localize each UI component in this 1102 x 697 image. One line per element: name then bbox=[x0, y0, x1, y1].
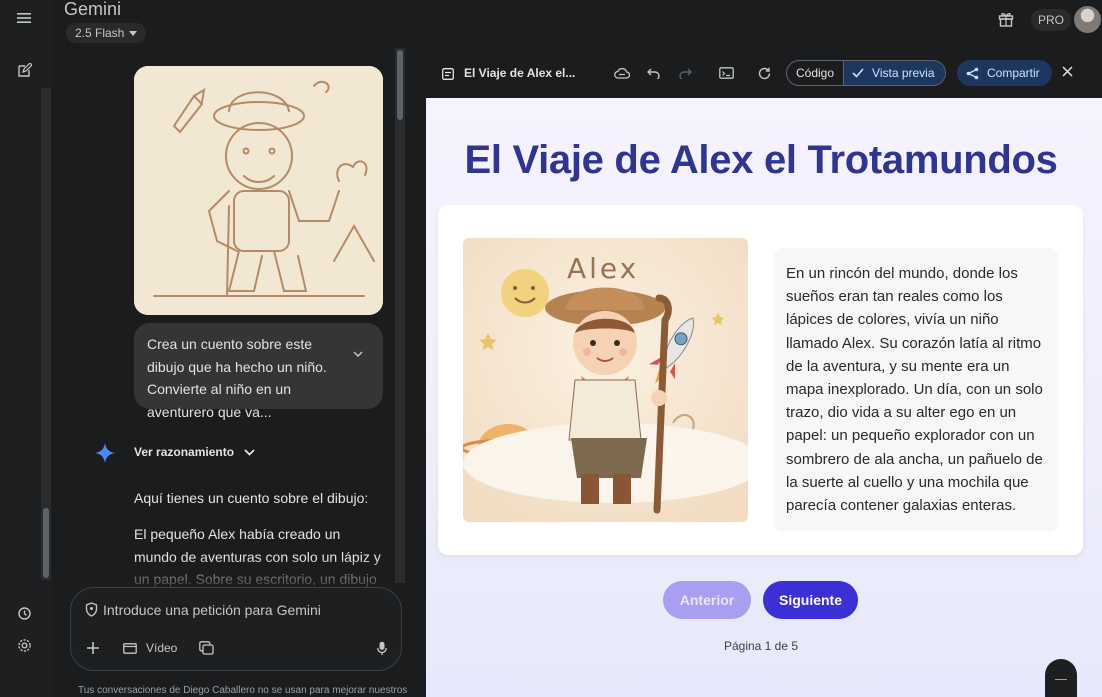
console-icon[interactable] bbox=[717, 64, 735, 82]
chevron-down-icon bbox=[244, 448, 255, 456]
undo-icon[interactable] bbox=[644, 64, 662, 82]
story-illustration: Alex bbox=[463, 238, 748, 522]
response-fade-overlay bbox=[130, 560, 390, 590]
illustration-name-label: Alex bbox=[567, 252, 639, 285]
tab-code[interactable]: Código bbox=[787, 61, 843, 85]
close-icon[interactable] bbox=[1062, 64, 1073, 82]
expand-chevron-icon[interactable] bbox=[353, 341, 363, 364]
privacy-footnote: Tus conversaciones de Diego Caballero no… bbox=[78, 685, 408, 696]
page-indicator: Página 1 de 5 bbox=[723, 639, 799, 653]
menu-icon[interactable] bbox=[14, 8, 34, 28]
previous-page-button[interactable]: Anterior bbox=[663, 581, 751, 619]
drag-handle[interactable] bbox=[1055, 679, 1067, 680]
shield-icon bbox=[85, 602, 98, 622]
check-icon bbox=[852, 68, 864, 78]
canvas-toolbar: El Viaje de Alex el... Código Vista prev… bbox=[426, 48, 1102, 98]
share-label: Compartir bbox=[987, 66, 1040, 80]
tab-preview[interactable]: Vista previa bbox=[843, 61, 945, 85]
avatar[interactable] bbox=[1074, 6, 1101, 33]
view-toggle: Código Vista previa bbox=[786, 60, 946, 86]
prompt-input[interactable]: Introduce una petición para Gemini bbox=[103, 602, 321, 618]
history-icon[interactable] bbox=[14, 603, 34, 623]
model-selector[interactable]: 2.5 Flash bbox=[66, 23, 147, 43]
rail-scrollbar[interactable] bbox=[41, 88, 51, 580]
chat-scrollbar[interactable] bbox=[395, 48, 405, 583]
tab-preview-label: Vista previa bbox=[872, 66, 935, 80]
gemini-spark-icon bbox=[95, 443, 115, 463]
video-tool-button[interactable]: Vídeo bbox=[123, 641, 177, 655]
video-label: Vídeo bbox=[146, 641, 178, 655]
show-reasoning-toggle[interactable]: Ver razonamiento bbox=[134, 445, 255, 459]
floating-tools-menu[interactable] bbox=[1045, 659, 1077, 697]
share-button[interactable]: Compartir bbox=[957, 60, 1052, 86]
settings-icon[interactable] bbox=[14, 635, 34, 655]
document-icon bbox=[442, 67, 454, 85]
user-message-text: Crea un cuento sobre este dibujo que ha … bbox=[147, 336, 327, 420]
story-text: En un rincón del mundo, donde los sueños… bbox=[786, 265, 1043, 515]
add-icon[interactable] bbox=[86, 641, 100, 660]
pro-badge[interactable]: PRO bbox=[1031, 9, 1072, 31]
document-title[interactable]: El Viaje de Alex el... bbox=[464, 66, 575, 80]
app-title: Gemini bbox=[64, 0, 122, 19]
app-root: Gemini 2.5 Flash PRO Crea un cuento sobr… bbox=[0, 0, 1102, 697]
canvas-tool-icon[interactable] bbox=[199, 641, 214, 660]
left-rail bbox=[0, 0, 52, 697]
user-uploaded-drawing[interactable] bbox=[134, 66, 383, 315]
video-icon bbox=[123, 642, 137, 654]
microphone-icon[interactable] bbox=[377, 641, 387, 661]
share-icon bbox=[966, 67, 979, 79]
preview-stage: El Viaje de Alex el Trotamundos Alex En … bbox=[426, 98, 1102, 697]
new-chat-icon[interactable] bbox=[14, 60, 34, 80]
canvas-panel: El Viaje de Alex el... Código Vista prev… bbox=[426, 48, 1102, 697]
story-text-box: En un rincón del mundo, donde los sueños… bbox=[774, 248, 1058, 531]
model-label: 2.5 Flash bbox=[75, 26, 125, 40]
story-card: Alex En un rincón del mundo, donde los s… bbox=[438, 205, 1083, 555]
response-intro: Aquí tienes un cuento sobre el dibujo: bbox=[134, 490, 369, 506]
chevron-down-icon bbox=[129, 30, 138, 36]
cloud-save-icon[interactable] bbox=[613, 64, 631, 82]
reasoning-label: Ver razonamiento bbox=[134, 445, 235, 459]
prompt-composer[interactable]: Introduce una petición para Gemini Vídeo bbox=[70, 587, 402, 671]
refresh-icon[interactable] bbox=[755, 64, 773, 82]
story-title: El Viaje de Alex el Trotamundos bbox=[464, 138, 1058, 182]
next-page-button[interactable]: Siguiente bbox=[763, 581, 858, 619]
gift-icon[interactable] bbox=[997, 10, 1015, 28]
redo-icon[interactable] bbox=[676, 64, 694, 82]
user-message-bubble: Crea un cuento sobre este dibujo que ha … bbox=[134, 323, 383, 420]
